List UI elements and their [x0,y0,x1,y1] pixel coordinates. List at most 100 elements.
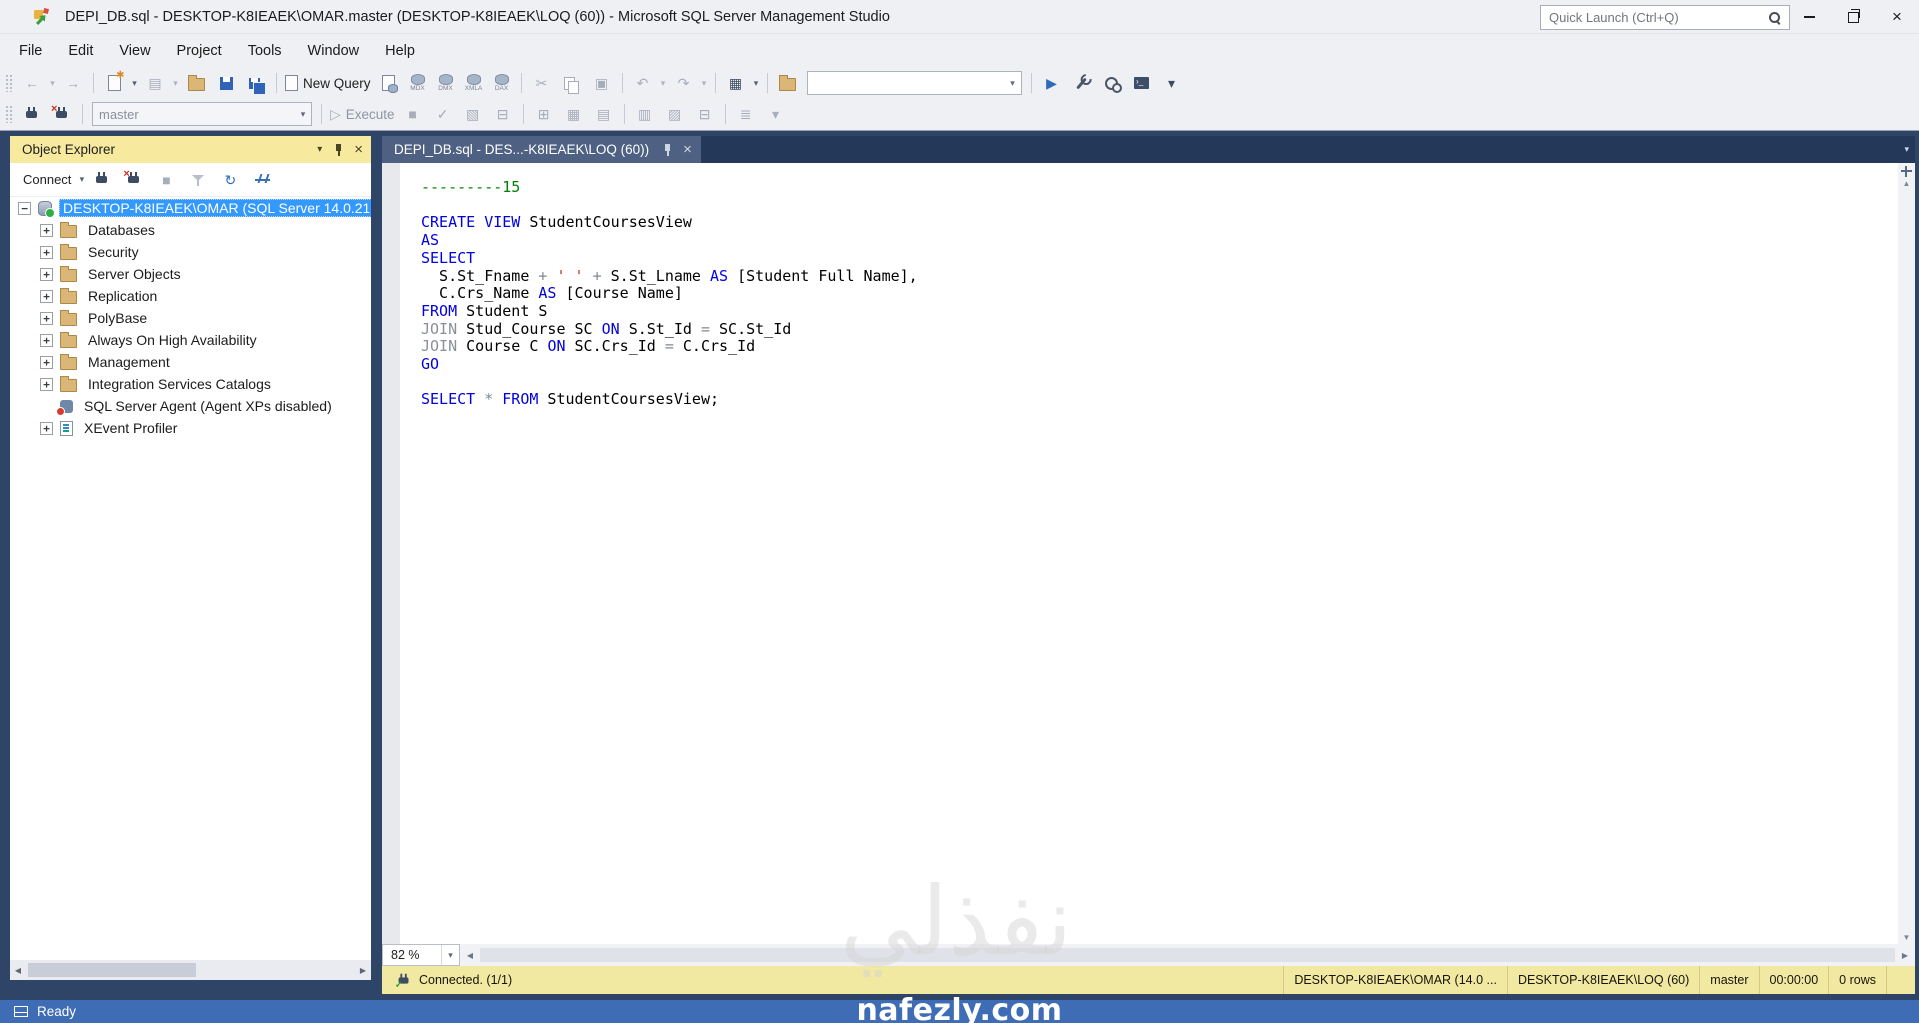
save-all-icon[interactable] [241,70,271,96]
expand-icon[interactable]: + [40,311,53,325]
execute-button[interactable]: ▷ Execute [327,101,398,127]
dmx-query-icon[interactable]: DMX [432,70,460,96]
command-window-icon[interactable] [1127,70,1157,96]
open-file-icon[interactable] [181,70,211,96]
minimize-button[interactable] [1787,0,1831,34]
scroll-right-icon[interactable]: ▶ [1897,944,1913,966]
expand-icon[interactable]: + [40,377,53,391]
expand-icon[interactable]: + [40,421,53,435]
menu-item-view[interactable]: View [106,34,163,68]
results-to-file-icon[interactable]: ▤ [589,101,619,127]
navigate-back-icon[interactable]: ← [17,70,47,96]
filter-icon[interactable] [183,167,213,193]
comment-lines-icon[interactable]: ▥ [630,101,660,127]
refresh-icon[interactable]: ↻ [215,167,245,193]
menu-item-file[interactable]: File [6,34,55,68]
redo-dropdown-icon[interactable]: ▾ [699,78,710,89]
scroll-down-icon[interactable]: ▼ [1898,933,1915,942]
new-project-dropdown-icon[interactable]: ▾ [129,78,140,89]
undo-dropdown-icon[interactable]: ▾ [658,78,669,89]
cut-icon[interactable]: ✂ [527,70,557,96]
connect-object-icon[interactable] [87,167,117,193]
add-item-icon[interactable]: ▤ [140,70,170,96]
gears-icon[interactable] [1097,70,1127,96]
scroll-left-icon[interactable]: ◀ [10,960,26,980]
uncomment-lines-icon[interactable]: ▨ [660,101,690,127]
expand-icon[interactable]: + [40,245,53,259]
scroll-right-icon[interactable]: ▶ [355,960,371,980]
scrollbar-thumb[interactable] [480,948,1895,962]
connect-button[interactable]: Connect [20,167,74,193]
object-explorer-hscrollbar[interactable]: ◀ ▶ [10,960,371,980]
panel-options-icon[interactable]: ▾ [317,144,322,155]
query-options-icon[interactable]: ⊟ [488,101,518,127]
expand-icon[interactable]: + [40,223,53,237]
wrench-icon[interactable] [1067,70,1097,96]
code-area[interactable]: ---------15 CREATE VIEW StudentCoursesVi… [382,163,1898,944]
editor-vscrollbar[interactable]: ▲ ▼ [1898,163,1915,944]
tree-item[interactable]: SQL Server Agent (Agent XPs disabled) [10,395,371,417]
tree-item[interactable]: − DESKTOP-K8IEAEK\OMAR (SQL Server 14.0.2… [10,197,371,219]
disconnect-icon[interactable]: × [47,101,77,127]
parse-icon[interactable]: ✓ [428,101,458,127]
display-estimated-plan-icon[interactable]: ▧ [458,101,488,127]
splitter-handle-icon[interactable] [1901,166,1912,177]
activity-monitor-icon[interactable] [247,167,277,193]
expand-icon[interactable]: + [40,355,53,369]
tree-item[interactable]: + Always On High Availability [10,329,371,351]
tree-item[interactable]: + Management [10,351,371,373]
dax-query-icon[interactable]: DAX [488,70,516,96]
tree-item[interactable]: + Security [10,241,371,263]
scroll-left-icon[interactable]: ◀ [462,944,478,966]
menu-item-tools[interactable]: Tools [235,34,295,68]
expand-icon[interactable]: + [40,267,53,281]
panel-close-icon[interactable]: × [354,142,363,157]
new-database-engine-query-icon[interactable] [374,70,404,96]
available-databases-combo[interactable]: master ▾ [92,102,312,126]
paste-icon[interactable]: ▣ [587,70,617,96]
pin-icon[interactable] [332,143,344,157]
tab-depi-db-sql[interactable]: DEPI_DB.sql - DES...-K8IEAEK\LOQ (60)) × [382,136,701,163]
search-icon[interactable] [1768,11,1782,25]
include-actual-plan-icon[interactable]: ⊞ [529,101,559,127]
save-icon[interactable] [211,70,241,96]
quick-launch-input[interactable]: Quick Launch (Ctrl+Q) [1540,5,1790,30]
stop-icon[interactable]: ■ [151,167,181,193]
restore-button[interactable] [1831,0,1875,34]
menu-item-edit[interactable]: Edit [55,34,106,68]
expand-icon[interactable]: + [40,333,53,347]
menu-item-window[interactable]: Window [295,34,373,68]
undo-icon[interactable]: ↶ [628,70,658,96]
tree-item[interactable]: + Server Objects [10,263,371,285]
intellisense-icon[interactable]: ▦ [721,70,751,96]
connect-dropdown-icon[interactable]: ▾ [76,174,87,185]
close-button[interactable]: × [1875,0,1919,34]
toolbar-overflow-icon[interactable]: ▾ [1157,70,1187,96]
disconnect-object-icon[interactable]: × [119,167,149,193]
toolbar-grip[interactable] [5,105,14,123]
tree-item[interactable]: + Databases [10,219,371,241]
increase-indent-icon[interactable]: ≣ [731,101,761,127]
menu-item-help[interactable]: Help [372,34,428,68]
editor-hscrollbar[interactable]: ◀ ▶ [460,944,1915,966]
menu-item-project[interactable]: Project [164,34,235,68]
find-combo[interactable]: ▾ [806,71,1022,95]
scrollbar-thumb[interactable] [28,963,196,977]
launch-icon[interactable]: ▶ [1037,70,1067,96]
tree-item[interactable]: + PolyBase [10,307,371,329]
scroll-up-icon[interactable]: ▲ [1898,179,1915,188]
navigate-back-dropdown-icon[interactable]: ▾ [47,78,58,89]
browse-folder-icon[interactable] [773,70,803,96]
new-query-button[interactable]: New Query [282,70,374,96]
pin-icon[interactable] [661,143,673,157]
expand-icon[interactable]: + [40,289,53,303]
chevron-down-icon[interactable]: ▾ [441,945,459,965]
zoom-level-combo[interactable]: 82 % ▾ [382,944,460,966]
toolbar-grip[interactable] [5,74,14,92]
results-to-grid-icon[interactable]: ▦ [559,101,589,127]
navigate-forward-icon[interactable]: → [58,70,88,96]
chevron-down-icon[interactable]: ▾ [1005,78,1021,89]
code-editor[interactable]: ---------15 CREATE VIEW StudentCoursesVi… [382,163,1915,944]
toolbar-overflow-icon[interactable]: ▾ [761,101,791,127]
xmla-query-icon[interactable]: XMLA [460,70,488,96]
